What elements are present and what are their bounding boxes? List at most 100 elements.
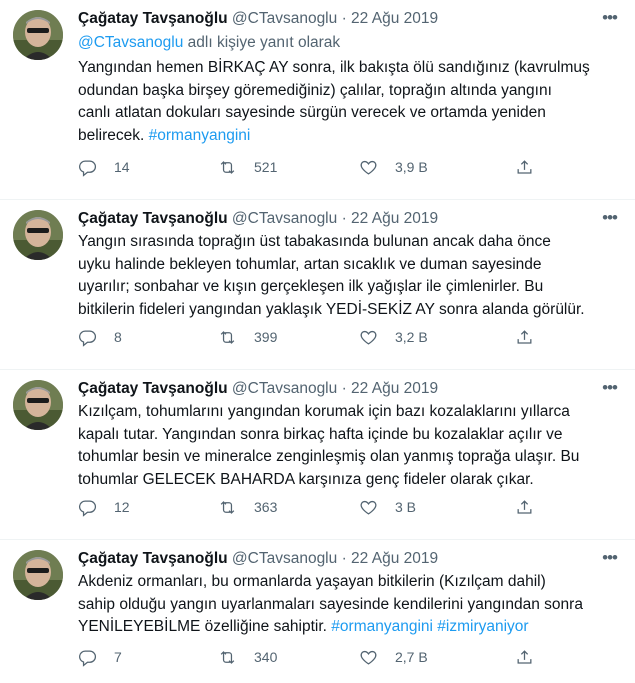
reply-button[interactable]: 7 [78, 647, 122, 667]
avatar[interactable] [13, 210, 63, 260]
tweet-actions: 12 363 3 B [78, 497, 538, 517]
like-count: 3,2 B [395, 329, 428, 345]
hashtag-link[interactable]: #izmiryaniyor [437, 618, 528, 635]
reply-icon [78, 648, 97, 667]
retweet-button[interactable]: 340 [218, 647, 277, 667]
retweet-count: 340 [254, 649, 278, 665]
reply-button[interactable]: 12 [78, 497, 130, 517]
reply-button[interactable]: 8 [78, 327, 122, 347]
tweet-line: tohumlar besin ve mineralce zenginleşmiş… [78, 448, 580, 465]
reply-icon [78, 498, 97, 517]
more-horizontal-icon[interactable]: ••• [602, 208, 618, 228]
tweet-text: Akdeniz ormanları, bu ormanlarda yaşayan… [78, 571, 615, 639]
retweet-icon [218, 498, 237, 517]
like-button[interactable]: 3 B [359, 497, 416, 517]
tweet-text: Yangın sırasında toprağın üst tabakasınd… [78, 231, 615, 321]
reply-count: 12 [114, 499, 130, 515]
reply-context: @CTavsanoglu adlı kişiye yanıt olarak [78, 33, 340, 53]
like-count: 3,9 B [395, 159, 428, 175]
share-button[interactable] [515, 647, 534, 667]
reply-icon [78, 158, 97, 177]
tweet-header: Çağatay Tavşanoğlu @CTavsanoglu · 22 Ağu… [78, 550, 439, 567]
tweet-actions: 8 399 3,2 B [78, 327, 538, 347]
retweet-count: 363 [254, 499, 278, 515]
author-name[interactable]: Çağatay Tavşanoğlu [78, 550, 228, 567]
hashtag-link[interactable]: #ormanyangini [149, 127, 251, 144]
reply-to-handle[interactable]: @CTavsanoglu [78, 34, 183, 51]
author-name[interactable]: Çağatay Tavşanoğlu [78, 380, 228, 397]
more-horizontal-icon[interactable]: ••• [602, 8, 618, 28]
retweet-button[interactable]: 521 [218, 157, 277, 177]
tweet[interactable]: Çağatay Tavşanoğlu @CTavsanoglu · 22 Ağu… [0, 0, 635, 200]
share-button[interactable] [515, 497, 534, 517]
tweet-text: Kızılçam, tohumlarını yangından korumak … [78, 401, 615, 491]
tweet-header: Çağatay Tavşanoğlu @CTavsanoglu · 22 Ağu… [78, 380, 439, 397]
author-handle[interactable]: @CTavsanoglu [232, 550, 337, 567]
like-heart-icon [359, 328, 378, 347]
like-count: 2,7 B [395, 649, 428, 665]
retweet-count: 521 [254, 159, 278, 175]
retweet-button[interactable]: 399 [218, 327, 277, 347]
share-icon [515, 498, 534, 517]
retweet-button[interactable]: 363 [218, 497, 277, 517]
tweet-line: Kızılçam, tohumlarını yangından korumak … [78, 403, 570, 420]
tweet-header: Çağatay Tavşanoğlu @CTavsanoglu · 22 Ağu… [78, 210, 439, 227]
tweet-line: tohumlar GELECEK BAHARDA karşınıza genç … [78, 470, 534, 488]
tweet[interactable]: Çağatay Tavşanoğlu @CTavsanoglu · 22 Ağu… [0, 370, 635, 540]
tweet-line: Akdeniz ormanları, bu ormanlarda yaşayan… [78, 573, 546, 590]
tweet-line: sahip olduğu yangın uyarlanmaları sayesi… [78, 595, 583, 613]
share-button[interactable] [515, 327, 534, 347]
reply-count: 7 [114, 649, 122, 665]
author-name[interactable]: Çağatay Tavşanoğlu [78, 10, 228, 27]
more-horizontal-icon[interactable]: ••• [602, 378, 618, 398]
tweet-line: belirecek. #ormanyangini [78, 126, 251, 144]
share-button[interactable] [515, 157, 534, 177]
tweet-line: bitkilerin fideleri yangından yaklaşık Y… [78, 300, 585, 318]
author-name[interactable]: Çağatay Tavşanoğlu [78, 210, 228, 227]
author-handle[interactable]: @CTavsanoglu [232, 10, 337, 27]
tweet-line: kapalı tutar. Yangından sonra birkaç haf… [78, 425, 563, 443]
tweet-line: uyku halinde bekleyen tohumlar, artan sı… [78, 255, 542, 273]
tweet-header: Çağatay Tavşanoğlu @CTavsanoglu · 22 Ağu… [78, 10, 439, 27]
like-heart-icon [359, 648, 378, 667]
avatar[interactable] [13, 550, 63, 600]
like-button[interactable]: 3,9 B [359, 157, 428, 177]
like-heart-icon [359, 498, 378, 517]
tweet-line: canlı atlatan dokuları sayesinde sürgün … [78, 104, 546, 121]
tweet-date[interactable]: 22 Ağu 2019 [351, 210, 438, 227]
tweet-text: Yangından hemen BİRKAÇ AY sonra, ilk bak… [78, 57, 615, 147]
tweet[interactable]: Çağatay Tavşanoğlu @CTavsanoglu · 22 Ağu… [0, 540, 635, 683]
share-icon [515, 648, 534, 667]
reply-icon [78, 328, 97, 347]
tweet-actions: 14 521 3,9 B [78, 157, 538, 177]
tweet-line: odundan başka birşey göremediğiniz) çalı… [78, 81, 552, 99]
share-icon [515, 158, 534, 177]
retweet-icon [218, 328, 237, 347]
tweet-date[interactable]: 22 Ağu 2019 [351, 10, 438, 27]
retweet-icon [218, 648, 237, 667]
tweet-date[interactable]: 22 Ağu 2019 [351, 550, 438, 567]
avatar[interactable] [13, 380, 63, 430]
reply-count: 8 [114, 329, 122, 345]
tweet-date[interactable]: 22 Ağu 2019 [351, 380, 438, 397]
tweet[interactable]: Çağatay Tavşanoğlu @CTavsanoglu · 22 Ağu… [0, 200, 635, 370]
tweet-line: Yangın sırasında toprağın üst tabakasınd… [78, 233, 551, 250]
like-heart-icon [359, 158, 378, 177]
avatar[interactable] [13, 10, 63, 60]
author-handle[interactable]: @CTavsanoglu [232, 380, 337, 397]
tweet-line: Yangından hemen BİRKAÇ AY sonra, ilk bak… [78, 59, 590, 76]
more-horizontal-icon[interactable]: ••• [602, 548, 618, 568]
reply-to-text: adlı kişiye yanıt olarak [187, 34, 341, 51]
retweet-icon [218, 158, 237, 177]
hashtag-link[interactable]: #ormanyangini [331, 618, 433, 635]
share-icon [515, 328, 534, 347]
retweet-count: 399 [254, 329, 278, 345]
like-button[interactable]: 3,2 B [359, 327, 428, 347]
tweet-actions: 7 340 2,7 B [78, 647, 538, 667]
author-handle[interactable]: @CTavsanoglu [232, 210, 337, 227]
reply-button[interactable]: 14 [78, 157, 130, 177]
tweet-line: YENİLEYEBİLME özelliğine sahiptir. #orma… [78, 618, 529, 635]
like-button[interactable]: 2,7 B [359, 647, 428, 667]
reply-count: 14 [114, 159, 130, 175]
like-count: 3 B [395, 499, 417, 515]
